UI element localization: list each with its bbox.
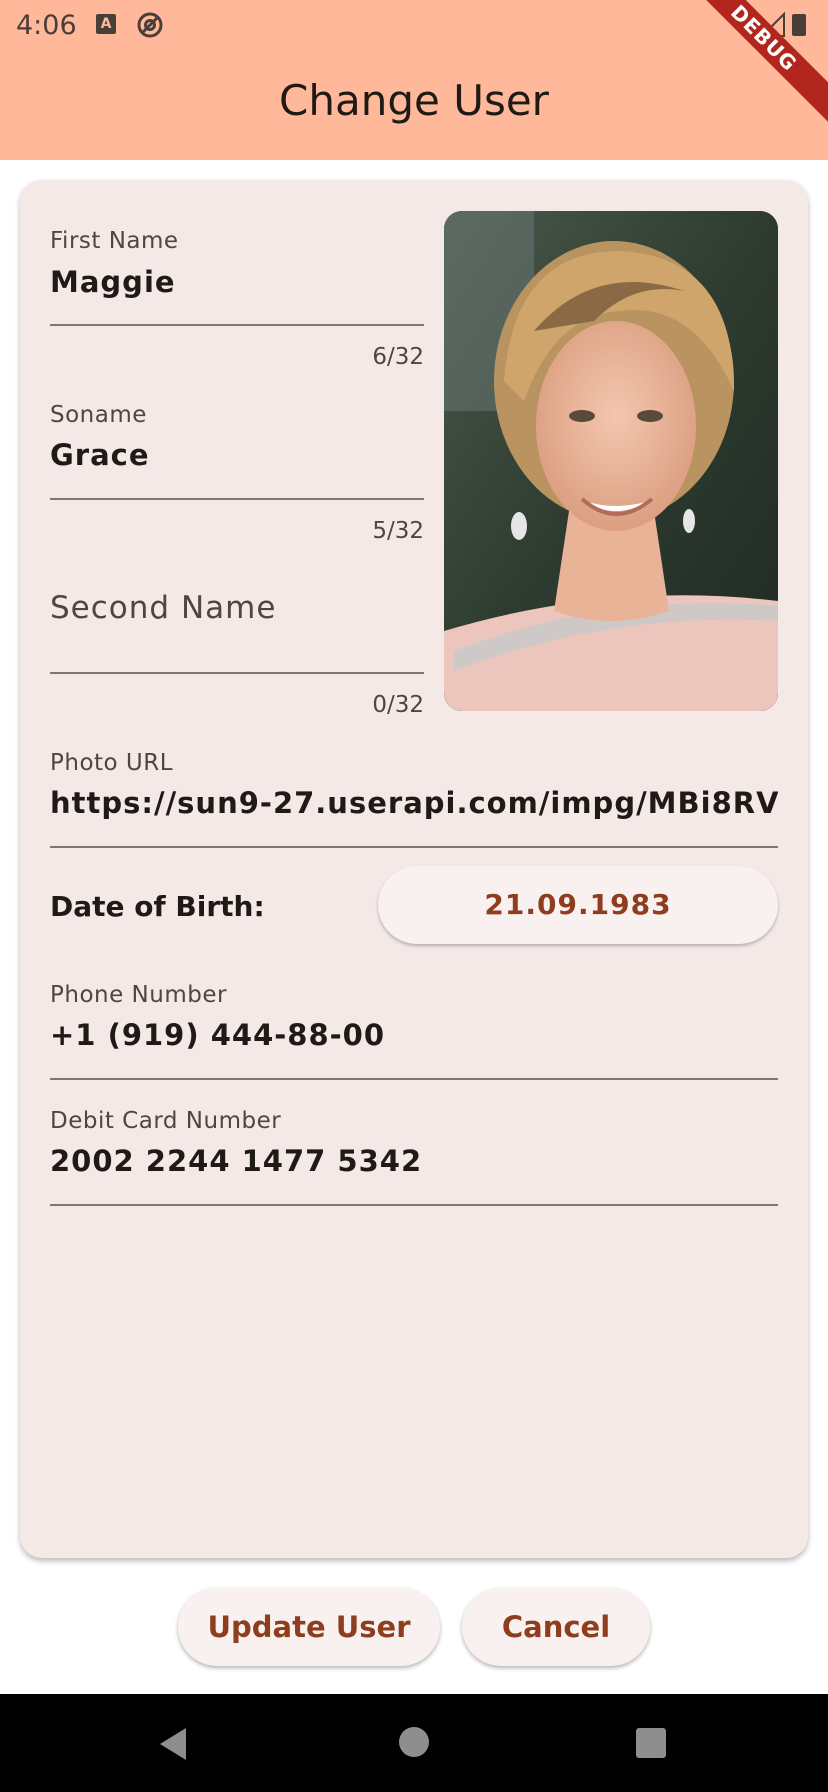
date-of-birth-label: Date of Birth: [50,890,265,923]
soname-counter: 5/32 [372,518,424,544]
page-title: Change User [279,76,549,125]
photo-url-label: Photo URL [50,750,174,776]
status-bar: 4:06 A [0,0,828,50]
second-name-underline [50,672,424,674]
recents-icon[interactable] [636,1728,666,1758]
second-name-counter: 0/32 [372,692,424,718]
cancel-button[interactable]: Cancel [462,1588,650,1666]
photo-url-value[interactable]: https://sun9-27.userapi.com/impg/MBi8RVn… [50,786,778,820]
app-bar: 4:06 A Change User DEBUG [0,0,828,160]
back-icon[interactable] [156,1726,190,1762]
soname-value[interactable]: Grace [50,438,150,472]
a-notification-icon: A [96,14,116,34]
at-ring-icon [137,12,163,38]
soname-label: Soname [50,402,147,428]
first-name-underline [50,324,424,326]
date-of-birth-button[interactable]: 21.09.1983 [378,866,778,944]
home-icon[interactable] [398,1726,430,1758]
update-user-button[interactable]: Update User [178,1588,440,1666]
user-photo-image [444,211,778,711]
debit-card-value[interactable]: 2002 2244 1477 5342 [50,1144,422,1178]
photo-url-underline [50,846,778,848]
user-photo [444,211,778,711]
first-name-value[interactable]: Maggie [50,265,176,299]
status-time: 4:06 [16,10,77,41]
first-name-counter: 6/32 [372,344,424,370]
phone-label: Phone Number [50,982,227,1008]
second-name-placeholder[interactable]: Second Name [50,590,276,626]
first-name-label: First Name [50,228,179,254]
phone-underline [50,1078,778,1080]
debit-card-label: Debit Card Number [50,1108,282,1134]
battery-icon [792,14,806,36]
navigation-bar [0,1694,828,1792]
phone-value[interactable]: +1 (919) 444-88-00 [50,1018,385,1052]
debit-card-underline [50,1204,778,1206]
soname-underline [50,498,424,500]
